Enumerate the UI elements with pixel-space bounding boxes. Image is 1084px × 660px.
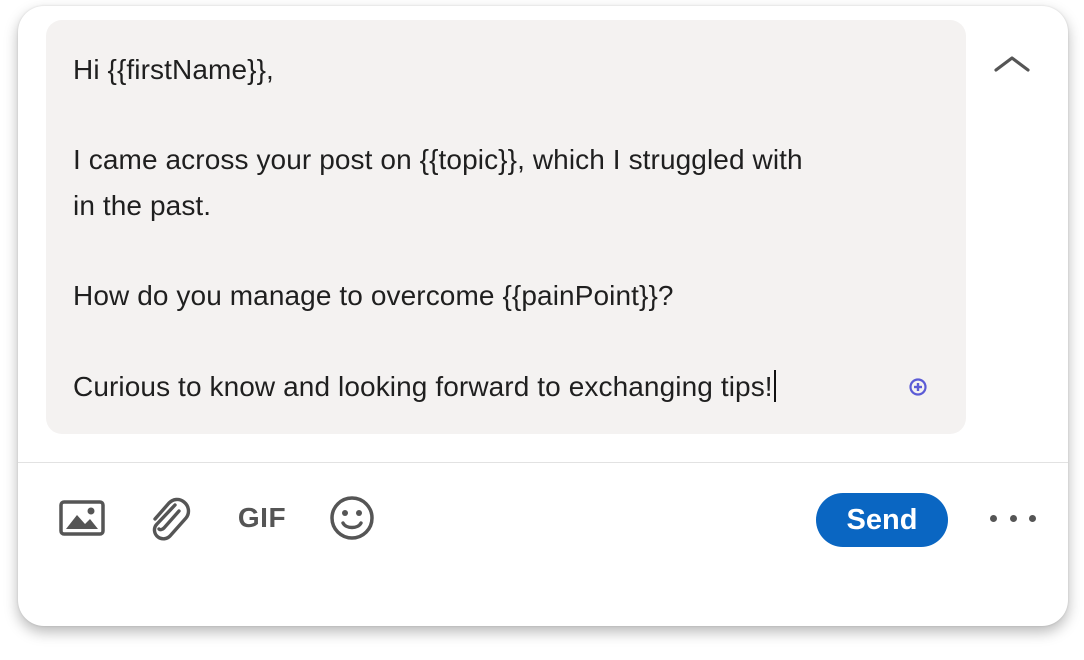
more-options-button[interactable]	[984, 500, 1042, 536]
chevron-up-icon	[994, 56, 1030, 72]
more-horizontal-icon-dot	[1029, 514, 1036, 522]
emoji-icon	[330, 496, 374, 540]
message-line-last: Curious to know and looking forward to e…	[73, 370, 776, 403]
more-horizontal-icon-dot	[1009, 514, 1017, 522]
message-line: How do you manage to overcome {{painPoin…	[73, 280, 674, 311]
image-icon	[59, 500, 105, 536]
more-horizontal-icon-dot	[990, 514, 997, 522]
toolbar-divider	[18, 462, 1068, 463]
attach-image-button[interactable]	[54, 492, 110, 544]
text-caret	[773, 370, 776, 402]
gif-label: GIF	[237, 502, 287, 533]
send-button[interactable]: Send	[816, 493, 948, 547]
emoji-button[interactable]	[324, 492, 380, 544]
message-line: in the past.	[73, 190, 212, 221]
plus-circle-icon[interactable]	[909, 378, 927, 396]
gif-button[interactable]: GIF	[230, 492, 294, 544]
message-composer: Hi {{firstName}}, I came across your pos…	[18, 6, 1068, 626]
attach-file-button[interactable]	[142, 492, 198, 544]
message-editor[interactable]: Hi {{firstName}}, I came across your pos…	[46, 20, 966, 434]
message-line-text: Curious to know and looking forward to e…	[73, 371, 773, 402]
message-line: I came across your post on {{topic}}, wh…	[73, 144, 803, 175]
paperclip-icon	[152, 497, 191, 541]
message-line: Hi {{firstName}},	[73, 54, 274, 85]
collapse-button[interactable]	[990, 46, 1034, 82]
